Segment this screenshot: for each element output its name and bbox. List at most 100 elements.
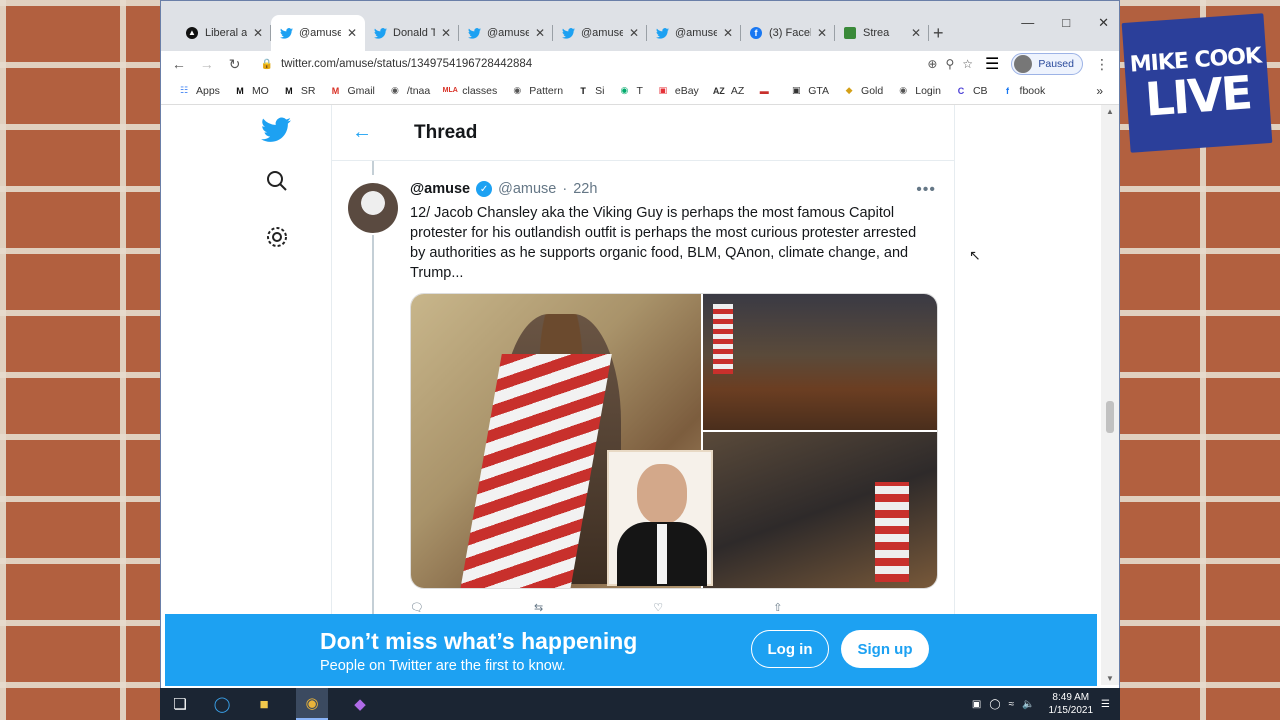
maximize-button[interactable]: □ — [1062, 15, 1070, 31]
close-icon[interactable]: ✕ — [441, 26, 451, 40]
more-options-icon[interactable]: ••• — [916, 181, 936, 199]
folder-icon[interactable]: ■ — [254, 694, 274, 714]
zoom-icon[interactable]: ⚲ — [945, 57, 954, 71]
browser-window: ▲ Liberal a ✕ @amuse ✕ Donald T ✕ @amuse ✕ @amuse… — [160, 0, 1120, 690]
bookmark-13[interactable]: ▣ GTA — [789, 84, 829, 98]
close-window-button[interactable]: ✕ — [1098, 15, 1109, 31]
system-tray: ▣ ◯ ≈ 🔈 8:49 AM 1/15/2021 ☰ — [972, 688, 1110, 720]
tab-3[interactable]: Donald T ✕ — [365, 15, 459, 51]
gta-icon: ▣ — [791, 85, 801, 95]
log-in-button[interactable]: Log in — [751, 630, 829, 668]
chrome-icon[interactable]: ◉ — [296, 688, 328, 720]
close-icon[interactable]: ✕ — [535, 26, 545, 40]
tab-5[interactable]: @amuse ✕ — [553, 15, 647, 51]
twitter-icon — [655, 26, 669, 40]
app-drop-icon[interactable]: ◆ — [350, 694, 370, 714]
share-icon[interactable]: ⇧ — [773, 601, 782, 613]
window-controls: — □ ✕ — [1021, 15, 1109, 31]
profile-button[interactable]: Paused — [1011, 53, 1083, 75]
back-arrow-icon[interactable]: ← — [171, 56, 187, 72]
bookmark-7[interactable]: ◉ Pattern — [510, 84, 563, 98]
edge-icon[interactable]: ◯ — [212, 694, 232, 714]
bookmark-2[interactable]: M MO — [233, 84, 269, 98]
bookmark-5[interactable]: ◉ /tnaa — [388, 84, 430, 98]
clock[interactable]: 8:49 AM 1/15/2021 — [1049, 691, 1094, 717]
bookmark-10[interactable]: ▣ eBay — [656, 84, 699, 98]
menu-icon[interactable]: ⋮ — [1095, 56, 1109, 73]
thread-connector — [372, 235, 374, 635]
bookmark-label: GTA — [808, 84, 830, 97]
forward-arrow-icon[interactable]: → — [199, 56, 215, 72]
tab-label: @amuse — [487, 27, 529, 39]
media-photo-3[interactable] — [703, 432, 937, 588]
bookmark-6[interactable]: MLA classes — [443, 84, 498, 98]
address-bar[interactable]: 🔒 twitter.com/amuse/status/1349754196728… — [260, 53, 973, 75]
shield-icon[interactable]: ◯ — [989, 699, 1000, 710]
timestamp[interactable]: 22h — [573, 181, 597, 197]
install-icon[interactable]: ⊕ — [927, 57, 937, 71]
bookmark-4[interactable]: M Gmail — [328, 84, 375, 98]
reading-list-icon[interactable]: ☰ — [985, 54, 999, 74]
twitter-sidebar — [261, 117, 293, 255]
bookmark-17[interactable]: f fbook — [1001, 84, 1045, 98]
reload-icon[interactable]: ↻ — [227, 56, 243, 73]
bookmark-9[interactable]: ◉ T — [617, 84, 643, 98]
bookmark-12[interactable]: ▬ — [757, 84, 776, 98]
bookmark-14[interactable]: ◆ Gold — [842, 84, 884, 98]
avatar[interactable] — [348, 183, 398, 233]
tab-8[interactable]: Strea ✕ — [835, 15, 929, 51]
tab-strip: ▲ Liberal a ✕ @amuse ✕ Donald T ✕ @amuse ✕ @amuse… — [161, 1, 1119, 51]
close-icon[interactable]: ✕ — [723, 26, 733, 40]
bookmark-label: Gold — [861, 84, 884, 97]
reply-icon[interactable]: 🗨 — [410, 601, 424, 613]
volume-icon[interactable]: 🔈 — [1022, 699, 1034, 710]
tab-4[interactable]: @amuse ✕ — [459, 15, 553, 51]
portrait-tie — [657, 524, 667, 584]
close-icon[interactable]: ✕ — [253, 26, 263, 40]
tesla-icon: T — [580, 85, 586, 96]
scrollbar-thumb[interactable] — [1106, 401, 1114, 433]
minimize-button[interactable]: — — [1021, 15, 1034, 31]
search-icon[interactable] — [265, 169, 289, 199]
back-arrow-icon[interactable]: ← — [352, 121, 372, 144]
bookmark-11[interactable]: AZ AZ — [712, 84, 744, 98]
bookmark-8[interactable]: T Si — [576, 84, 604, 98]
like-icon[interactable]: ♡ — [653, 601, 663, 613]
bookmark-label: classes — [462, 84, 498, 97]
bookmark-3[interactable]: M SR — [282, 84, 316, 98]
tab-1[interactable]: ▲ Liberal a ✕ — [177, 15, 271, 51]
url-text[interactable]: twitter.com/amuse/status/134975419672844… — [281, 58, 919, 70]
media-photo-2[interactable] — [703, 294, 937, 430]
bookmark-15[interactable]: ◉ Login — [896, 84, 941, 98]
tweet-media-grid[interactable] — [410, 293, 938, 589]
display-name[interactable]: @amuse — [410, 181, 470, 197]
page-scrollbar[interactable]: ▲ ▼ — [1101, 105, 1119, 685]
close-icon[interactable]: ✕ — [629, 26, 639, 40]
lock-icon[interactable]: 🔒 — [260, 59, 272, 70]
m-icon: M — [236, 85, 244, 96]
close-icon[interactable]: ✕ — [911, 26, 921, 40]
close-icon[interactable]: ✕ — [817, 26, 827, 40]
retweet-icon[interactable]: ⇆ — [534, 601, 543, 613]
tab-7[interactable]: f (3) Faceb ✕ — [741, 15, 835, 51]
notification-icon[interactable]: ☰ — [1101, 699, 1110, 710]
bookmark-1[interactable]: ☷ Apps — [177, 84, 220, 98]
tab-2[interactable]: @amuse ✕ — [271, 15, 365, 51]
star-icon[interactable]: ☆ — [962, 57, 973, 71]
media-inset-portrait[interactable] — [607, 450, 713, 586]
new-tab-button[interactable]: + — [933, 23, 944, 44]
scroll-down-icon[interactable]: ▼ — [1106, 674, 1114, 683]
bookmark-label: SR — [300, 84, 316, 97]
tray-app-icon[interactable]: ▣ — [972, 699, 981, 710]
wifi-icon[interactable]: ≈ — [1009, 699, 1015, 710]
bookmarks-overflow-icon[interactable]: » — [1096, 84, 1103, 98]
twitter-bird-icon[interactable] — [261, 117, 293, 143]
user-handle[interactable]: @amuse — [498, 181, 556, 197]
scroll-up-icon[interactable]: ▲ — [1106, 107, 1114, 116]
gear-icon[interactable] — [265, 225, 289, 255]
bookmark-16[interactable]: C CB — [954, 84, 988, 98]
close-icon[interactable]: ✕ — [347, 26, 357, 40]
sign-up-button[interactable]: Sign up — [841, 630, 929, 668]
windows-start-icon[interactable]: ❏ — [170, 694, 190, 714]
tab-6[interactable]: @amuse ✕ — [647, 15, 741, 51]
